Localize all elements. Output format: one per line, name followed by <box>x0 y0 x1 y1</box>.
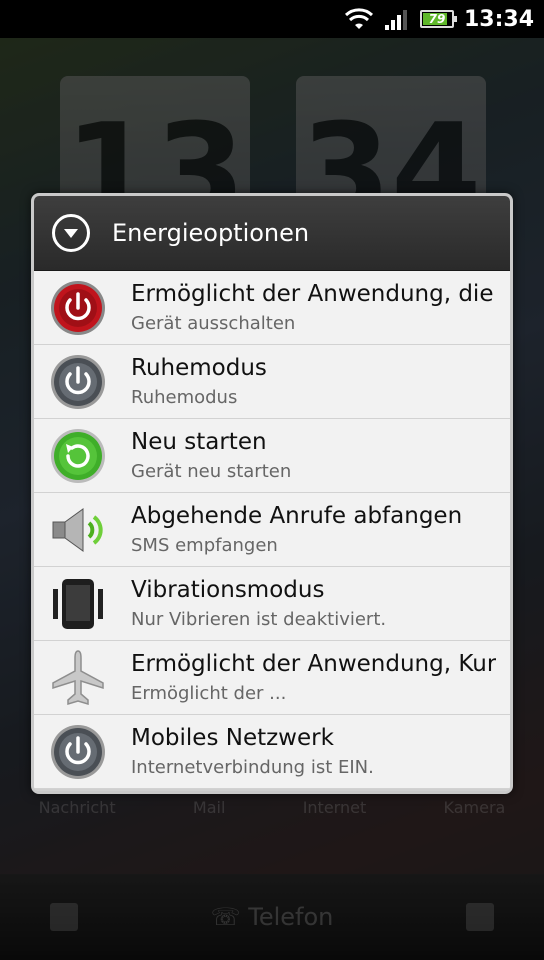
list-item-outgoing-calls[interactable]: Abgehende Anrufe abfangen SMS empfangen <box>34 493 510 567</box>
list-footer-divider <box>34 789 510 791</box>
speaker-icon <box>47 499 109 561</box>
dialog-header: Energieoptionen <box>34 196 510 271</box>
item-title: Ermöglicht der Anwendung, Kur <box>131 650 497 677</box>
signal-strength-icon <box>384 7 410 31</box>
list-item-sleep-mode[interactable]: Ruhemodus Ruhemodus <box>34 345 510 419</box>
restart-green-icon <box>47 425 109 487</box>
item-title: Mobiles Netzwerk <box>131 724 334 751</box>
item-title: Abgehende Anrufe abfangen <box>131 502 463 529</box>
item-title: Neu starten <box>131 428 267 455</box>
status-clock: 13:34 <box>463 6 534 32</box>
airplane-icon <box>47 647 109 709</box>
power-options-dialog: Energieoptionen Ermöglicht der Anwendung… <box>31 193 513 794</box>
item-subtitle: Ermöglicht der ... <box>131 682 287 704</box>
item-subtitle: Internetverbindung ist EIN. <box>131 756 374 778</box>
vibrate-phone-icon <box>47 573 109 635</box>
power-grey-icon <box>47 721 109 783</box>
list-item-power-off[interactable]: Ermöglicht der Anwendung, die Gerät auss… <box>34 271 510 345</box>
item-subtitle: Gerät ausschalten <box>131 312 296 334</box>
list-item-airplane-mode[interactable]: Ermöglicht der Anwendung, Kur Ermöglicht… <box>34 641 510 715</box>
item-title: Ermöglicht der Anwendung, die <box>131 280 494 307</box>
list-item-vibration-mode[interactable]: Vibrationsmodus Nur Vibrieren ist deakti… <box>34 567 510 641</box>
item-subtitle: Gerät neu starten <box>131 460 292 482</box>
power-options-list: Ermöglicht der Anwendung, die Gerät auss… <box>34 271 510 789</box>
power-off-red-icon <box>47 277 109 339</box>
battery-icon: 79 <box>419 10 457 28</box>
phone-screen: 13 34 Nachricht Mail Internet Kamera ☏ T… <box>0 0 544 960</box>
list-item-mobile-network[interactable]: Mobiles Netzwerk Internetverbindung ist … <box>34 715 510 789</box>
list-item-restart[interactable]: Neu starten Gerät neu starten <box>34 419 510 493</box>
item-subtitle: Ruhemodus <box>131 386 238 408</box>
power-grey-icon <box>47 351 109 413</box>
wifi-icon <box>344 7 374 31</box>
item-title: Vibrationsmodus <box>131 576 325 603</box>
status-bar: 79 13:34 <box>0 0 544 38</box>
item-title: Ruhemodus <box>131 354 267 381</box>
dialog-title: Energieoptionen <box>112 219 310 247</box>
item-subtitle: Nur Vibrieren ist deaktiviert. <box>131 608 387 630</box>
item-subtitle: SMS empfangen <box>131 534 278 556</box>
chevron-down-circle-icon <box>52 214 90 252</box>
